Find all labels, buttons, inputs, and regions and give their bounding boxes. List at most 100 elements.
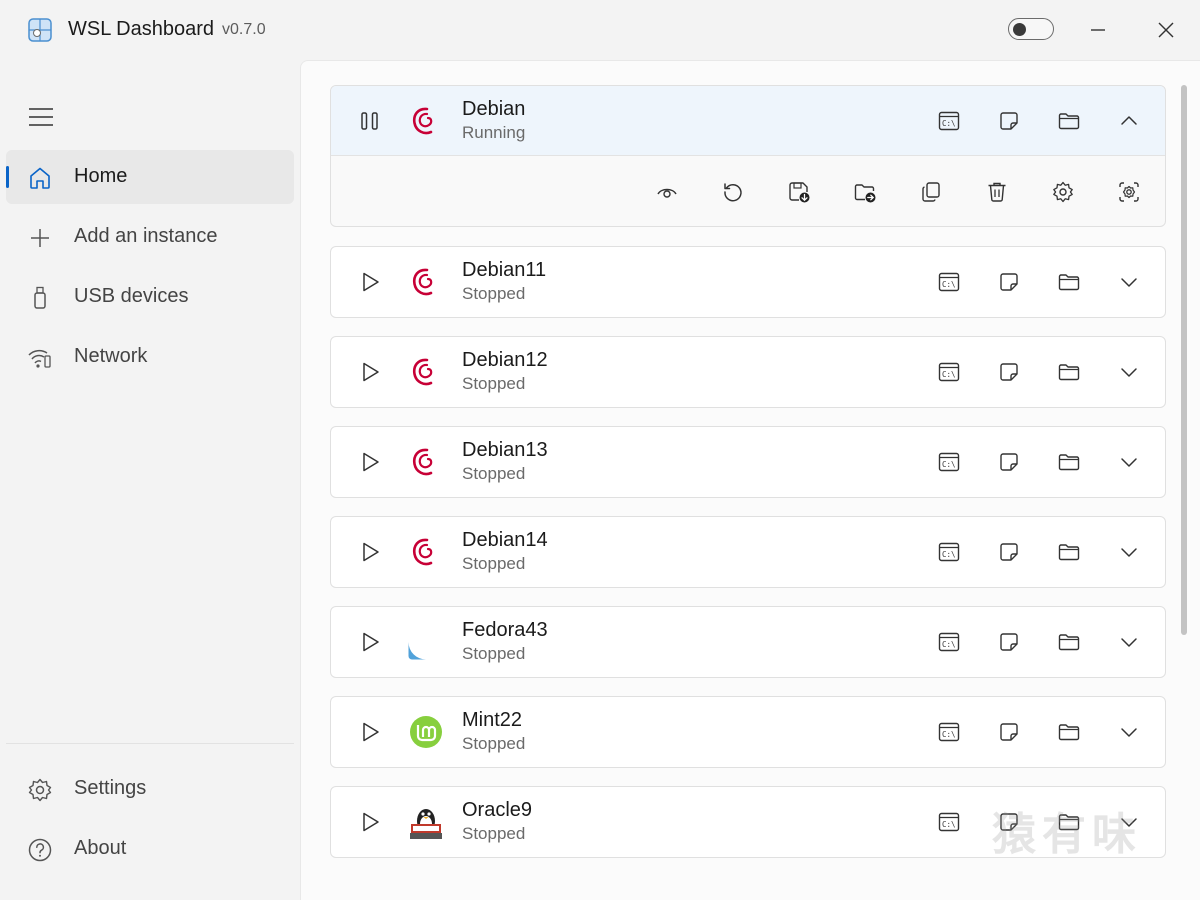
view-button[interactable] — [655, 180, 679, 204]
svg-text:C:\: C:\ — [942, 280, 956, 289]
play-icon — [363, 272, 379, 292]
trash-icon — [988, 182, 1006, 202]
play-icon — [363, 632, 379, 652]
notes-button[interactable] — [997, 630, 1021, 654]
open-terminal-button[interactable]: C:\ — [937, 720, 961, 744]
folder-icon — [1058, 544, 1080, 561]
notes-button[interactable] — [997, 450, 1021, 474]
svg-text:C:\: C:\ — [942, 550, 956, 559]
duplicate-button[interactable] — [919, 180, 943, 204]
notes-button[interactable] — [997, 720, 1021, 744]
app-version: v0.7.0 — [222, 21, 266, 38]
instance-card-header[interactable]: Mint22 Stopped C:\ — [331, 697, 1165, 767]
sidebar-item-about[interactable]: About — [6, 822, 294, 876]
open-folder-button[interactable] — [1057, 630, 1081, 654]
sidebar-item-settings[interactable]: Settings — [6, 762, 294, 816]
terminal-icon: C:\ — [938, 632, 960, 652]
sidebar-item-network[interactable]: Network — [6, 330, 294, 384]
menu-toggle-button[interactable] — [20, 102, 62, 132]
instance-card-header[interactable]: Debian13 Stopped C:\ — [331, 427, 1165, 497]
advanced-settings-button[interactable] — [1117, 180, 1141, 204]
active-indicator — [6, 166, 9, 188]
instance-settings-button[interactable] — [1051, 180, 1075, 204]
instance-name: Debian11 — [462, 259, 547, 281]
play-icon — [363, 362, 379, 382]
sticky-note-icon — [1000, 273, 1018, 291]
instance-card[interactable]: Debian13 Stopped C:\ — [330, 426, 1166, 498]
start-button[interactable] — [357, 449, 383, 475]
notes-button[interactable] — [997, 360, 1021, 384]
open-folder-button[interactable] — [1057, 270, 1081, 294]
instance-name: Debian13 — [462, 439, 548, 461]
open-terminal-button[interactable]: C:\ — [937, 450, 961, 474]
instance-card[interactable]: Fedora43 Stopped C:\ — [330, 606, 1166, 678]
open-folder-button[interactable] — [1057, 450, 1081, 474]
open-folder-button[interactable] — [1057, 720, 1081, 744]
sidebar-item-add-instance[interactable]: Add an instance — [6, 210, 294, 264]
notes-button[interactable] — [997, 540, 1021, 564]
expand-button[interactable] — [1117, 720, 1141, 744]
delete-button[interactable] — [985, 180, 1009, 204]
expand-button[interactable] — [1117, 540, 1141, 564]
gear-icon — [26, 776, 54, 804]
instance-card[interactable]: Debian11 Stopped C:\ — [330, 246, 1166, 318]
instance-name: Debian — [462, 98, 526, 120]
expand-button[interactable] — [1117, 360, 1141, 384]
gear-icon — [1053, 181, 1073, 203]
start-button[interactable] — [357, 629, 383, 655]
scrollbar-thumb[interactable] — [1181, 85, 1187, 635]
expand-button[interactable] — [1117, 630, 1141, 654]
watermark: 猿有味 — [992, 809, 1142, 860]
chevron-down-icon — [1121, 368, 1137, 377]
sticky-note-icon — [1000, 723, 1018, 741]
open-terminal-button[interactable]: C:\ — [937, 630, 961, 654]
instance-card-header[interactable]: Debian14 Stopped C:\ — [331, 517, 1165, 587]
plus-icon — [26, 224, 54, 252]
expand-button[interactable] — [1117, 270, 1141, 294]
copy-icon — [922, 182, 940, 202]
open-folder-button[interactable] — [1057, 109, 1081, 133]
eye-icon — [657, 188, 677, 198]
start-button[interactable] — [357, 269, 383, 295]
instance-card[interactable]: Debian12 Stopped C:\ — [330, 336, 1166, 408]
notes-button[interactable] — [997, 109, 1021, 133]
open-terminal-button[interactable]: C:\ — [937, 109, 961, 133]
stop-button[interactable] — [357, 108, 383, 134]
instance-card-header[interactable]: Debian11 Stopped C:\ — [331, 247, 1165, 317]
open-folder-button[interactable] — [1057, 360, 1081, 384]
expand-button[interactable] — [1117, 450, 1141, 474]
instance-card[interactable]: Debian Running C:\ — [330, 85, 1166, 227]
move-button[interactable] — [853, 180, 877, 204]
sticky-note-icon — [1000, 633, 1018, 651]
instance-card-header[interactable]: Debian Running C:\ — [331, 86, 1165, 156]
sidebar-item-usb-devices[interactable]: USB devices — [6, 270, 294, 324]
open-terminal-button[interactable]: C:\ — [937, 540, 961, 564]
play-icon — [363, 812, 379, 832]
sticky-note-icon — [1000, 543, 1018, 561]
start-button[interactable] — [357, 809, 383, 835]
sidebar-item-label: Network — [74, 345, 148, 367]
open-terminal-button[interactable]: C:\ — [937, 270, 961, 294]
minimize-button[interactable] — [1083, 15, 1113, 45]
instance-card-header[interactable]: Debian12 Stopped C:\ — [331, 337, 1165, 407]
start-button[interactable] — [357, 539, 383, 565]
sidebar-item-home[interactable]: Home — [6, 150, 294, 204]
open-folder-button[interactable] — [1057, 540, 1081, 564]
instance-card[interactable]: Mint22 Stopped C:\ — [330, 696, 1166, 768]
open-terminal-button[interactable]: C:\ — [937, 360, 961, 384]
close-button[interactable] — [1151, 15, 1181, 45]
instance-status: Stopped — [462, 734, 526, 753]
open-terminal-button[interactable]: C:\ — [937, 810, 961, 834]
start-button[interactable] — [357, 359, 383, 385]
sidebar-item-label: About — [74, 837, 127, 859]
start-button[interactable] — [357, 719, 383, 745]
restart-button[interactable] — [721, 180, 745, 204]
export-button[interactable] — [787, 180, 811, 204]
notes-button[interactable] — [997, 270, 1021, 294]
instance-card[interactable]: Debian14 Stopped C:\ — [330, 516, 1166, 588]
terminal-icon: C:\ — [938, 362, 960, 382]
instance-card-header[interactable]: Fedora43 Stopped C:\ — [331, 607, 1165, 677]
collapse-button[interactable] — [1117, 109, 1141, 133]
folder-icon — [1058, 364, 1080, 381]
theme-toggle[interactable] — [1008, 18, 1054, 40]
